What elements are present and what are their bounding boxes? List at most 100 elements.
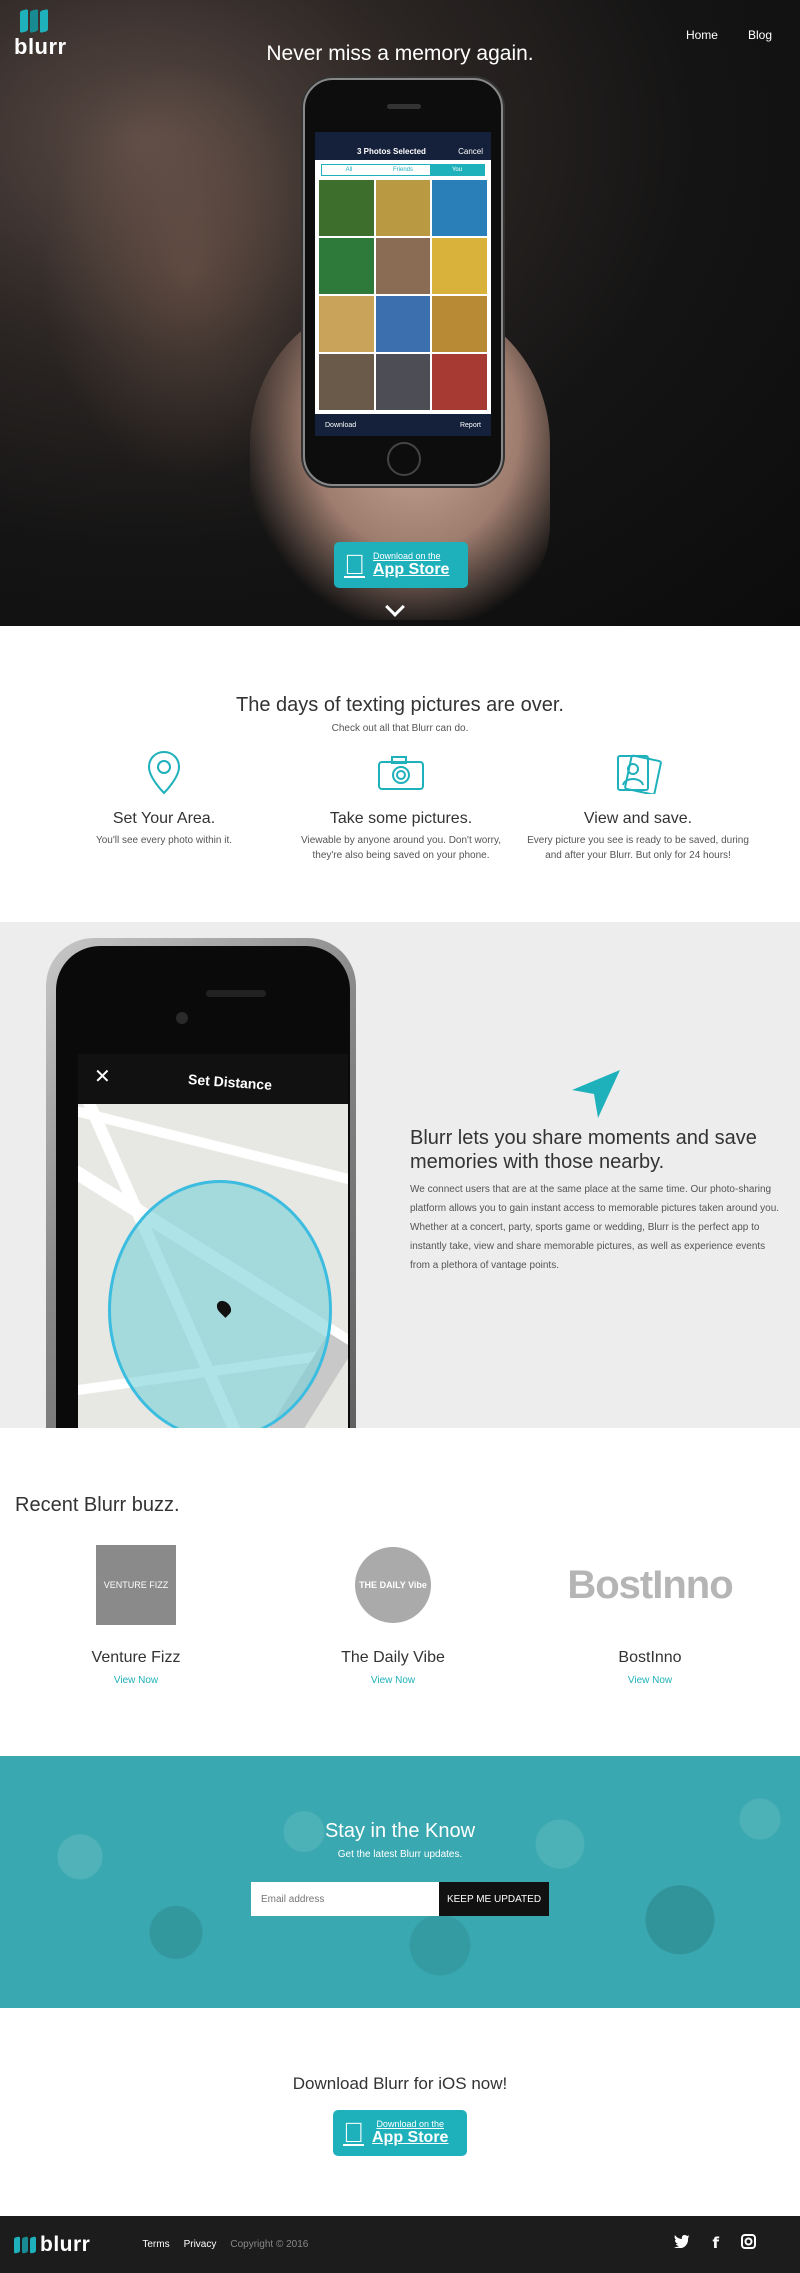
daily-vibe-logo: THE DAILY Vibe (355, 1547, 431, 1623)
share-section: ✕ Set Distance Blurr lets you share mome… (0, 922, 800, 1428)
footer-terms-link[interactable]: Terms (142, 2239, 169, 2250)
photo-thumb (375, 296, 431, 352)
top-nav: Home Blog (686, 28, 772, 42)
features-section: The days of texting pictures are over. C… (0, 626, 800, 922)
phone-speaker (206, 990, 266, 997)
footer-logo-text: blurr (40, 2232, 91, 2256)
buzz-item-venture-fizz: VENTURE FIZZ Venture Fizz View Now (56, 1545, 216, 1686)
footer-links: Terms Privacy Copyright © 2016 (142, 2239, 308, 2250)
hero-phone: 3 Photos Selected Cancel All Friends You (303, 78, 503, 486)
close-icon: ✕ (94, 1066, 111, 1088)
hero-section: blurr Home Blog Never miss a memory agai… (0, 0, 800, 626)
footer-social: f (674, 2234, 756, 2253)
phone-tabs: All Friends You (321, 164, 485, 176)
footer-copyright: Copyright © 2016 (230, 2239, 309, 2250)
apple-icon:  (343, 2119, 364, 2147)
phone-camera (176, 1012, 188, 1024)
buzz-item-daily-vibe: THE DAILY Vibe The Daily Vibe View Now (313, 1545, 473, 1686)
phone-photo-grid (315, 180, 491, 410)
feature-text: Every picture you see is ready to be sav… (527, 835, 749, 861)
photos-icon (522, 748, 754, 798)
feature-take-pictures: Take some pictures. Viewable by anyone a… (285, 748, 517, 863)
buzz-item-name: BostInno (618, 1649, 682, 1666)
share-body: We connect users that are at the same pl… (410, 1184, 780, 1271)
feature-title: Take some pictures. (329, 810, 473, 827)
phone-tab-all: All (345, 167, 353, 173)
phone-report-label: Report (459, 421, 481, 429)
phone-screen-header: 3 Photos Selected Cancel (315, 132, 491, 160)
feature-text: You'll see every photo within it. (95, 835, 233, 846)
distance-map (78, 1104, 348, 1428)
newsletter-form: KEEP ME UPDATED (0, 1882, 800, 1916)
photo-thumb (432, 296, 487, 352)
footer-privacy-link[interactable]: Privacy (184, 2239, 217, 2250)
photo-thumb (432, 238, 487, 294)
footer: blurr Terms Privacy Copyright © 2016 f (0, 2216, 800, 2273)
phone-cancel-button: Cancel (458, 147, 483, 156)
app-store-line1: Download on the (352, 551, 441, 561)
buzz-title: Recent Blurr buzz. (15, 1494, 180, 1516)
keep-me-updated-button[interactable]: KEEP ME UPDATED (439, 1882, 549, 1916)
phone-download-label: Download (325, 421, 357, 429)
photo-thumb (375, 354, 431, 410)
buzz-view-now-link[interactable]: View Now (570, 1675, 730, 1686)
distance-phone: ✕ Set Distance (46, 938, 356, 1428)
feature-set-area: Set Your Area. You'll see every photo wi… (48, 748, 280, 863)
photo-thumb (375, 238, 431, 294)
newsletter-section: Stay in the Know Get the latest Blurr up… (0, 1756, 800, 2008)
camera-icon (285, 748, 517, 798)
nav-blog-link[interactable]: Blog (748, 28, 772, 42)
twitter-icon[interactable] (674, 2234, 691, 2253)
nav-home-link[interactable]: Home (686, 28, 718, 42)
phone-home-button (387, 442, 421, 476)
feature-text: Viewable by anyone around you. Don't wor… (301, 835, 501, 861)
set-distance-bar: ✕ Set Distance (78, 1054, 348, 1104)
app-store-line2: App Store (352, 561, 449, 578)
navigation-arrow-icon (570, 1068, 622, 1125)
venture-fizz-logo: VENTURE FIZZ (96, 1545, 176, 1625)
photo-thumb (432, 354, 487, 410)
hero-title: Never miss a memory again. (266, 42, 534, 65)
app-store-line1: Download on the (355, 2119, 444, 2129)
features-title: The days of texting pictures are over. (236, 694, 564, 716)
feature-title: View and save. (583, 810, 693, 827)
download-app-store-button[interactable]:  Download on the App Store (333, 2110, 467, 2156)
hero-app-store-button[interactable]:  Download on the App Store (334, 542, 468, 588)
feature-title: Set Your Area. (112, 810, 216, 827)
features-row: Set Your Area. You'll see every photo wi… (0, 748, 800, 863)
phone-screen-footer: Download Report (315, 414, 491, 436)
bostinno-logo: BostInno (567, 1562, 733, 1607)
phone-tab-you: You (430, 165, 484, 175)
newsletter-title: Stay in the Know (324, 1820, 476, 1842)
download-section: Download Blurr for iOS now!  Download o… (0, 2008, 800, 2216)
logo-mark-icon (14, 2235, 36, 2254)
buzz-view-now-link[interactable]: View Now (313, 1675, 473, 1686)
app-store-line2: App Store (351, 2129, 448, 2146)
newsletter-subtitle: Get the latest Blurr updates. (337, 1849, 463, 1860)
logo-mark-icon (20, 8, 48, 34)
phone-selected-count: 3 Photos Selected (357, 147, 426, 156)
email-field[interactable] (251, 1882, 439, 1916)
location-pin-icon (48, 748, 280, 798)
facebook-icon[interactable]: f (712, 2234, 719, 2253)
phone-tab-friends: Friends (392, 167, 413, 173)
buzz-view-now-link[interactable]: View Now (56, 1675, 216, 1686)
buzz-item-name: The Daily Vibe (341, 1649, 445, 1666)
photo-thumb (319, 180, 374, 236)
features-subtitle: Check out all that Blurr can do. (331, 723, 469, 734)
photo-thumb (319, 296, 374, 352)
phone-screen: 3 Photos Selected Cancel All Friends You (315, 132, 491, 436)
buzz-item-name: Venture Fizz (91, 1649, 181, 1666)
instagram-icon[interactable] (741, 2234, 756, 2253)
photo-thumb (319, 354, 374, 410)
footer-logo[interactable]: blurr (14, 2233, 90, 2257)
photo-thumb (432, 180, 487, 236)
feature-view-save: View and save. Every picture you see is … (522, 748, 754, 863)
phone-speaker (387, 104, 421, 109)
buzz-section: Recent Blurr buzz. VENTURE FIZZ Venture … (0, 1428, 800, 1756)
buzz-row: VENTURE FIZZ Venture Fizz View Now THE D… (0, 1545, 800, 1686)
photo-thumb (319, 238, 374, 294)
share-heading: Blurr lets you share moments and save me… (410, 1127, 757, 1173)
download-title: Download Blurr for iOS now! (292, 2074, 508, 2093)
set-distance-title: Set Distance (187, 1071, 273, 1093)
